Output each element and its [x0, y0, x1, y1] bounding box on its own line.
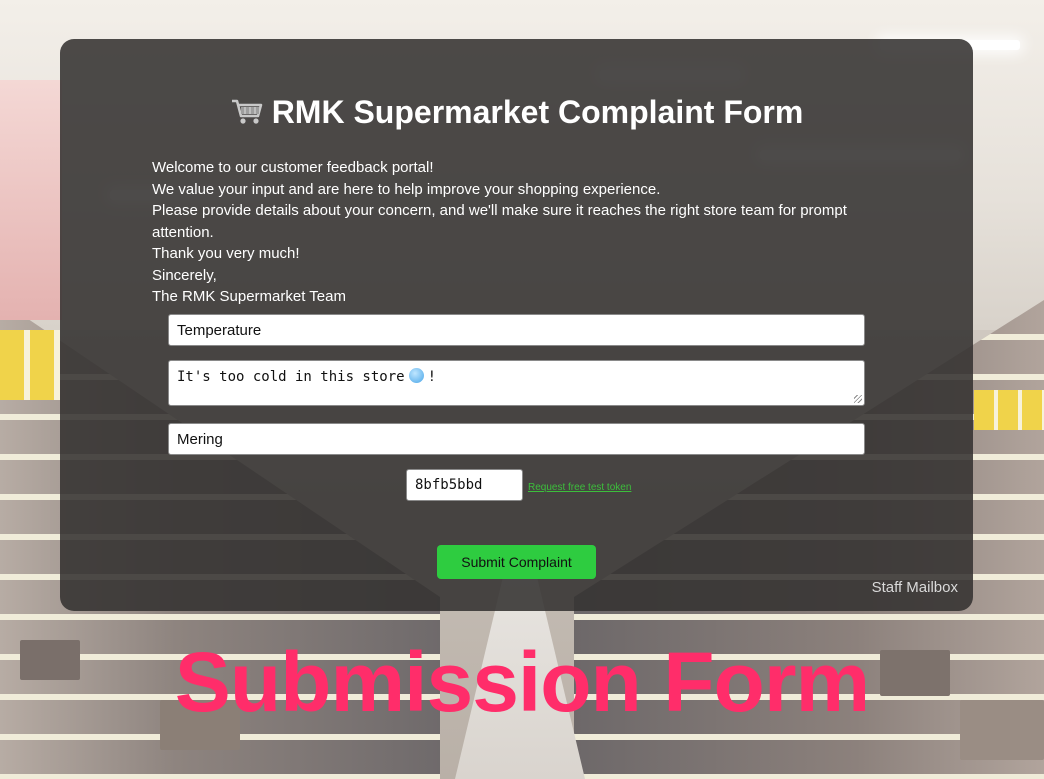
- intro-line: Welcome to our customer feedback portal!: [152, 159, 434, 176]
- intro-text: Welcome to our customer feedback portal!…: [152, 157, 912, 308]
- intro-line: We value your input and are here to help…: [152, 180, 661, 198]
- intro-line: The RMK Supermarket Team: [152, 288, 346, 305]
- resize-handle[interactable]: [854, 395, 862, 403]
- intro-line: Thank you very much!: [152, 245, 300, 262]
- staff-mailbox-link[interactable]: Staff Mailbox: [872, 579, 958, 596]
- submit-complaint-button[interactable]: Submit Complaint: [437, 545, 596, 579]
- intro-line: Sincerely,: [152, 266, 217, 284]
- location-input[interactable]: Mering: [168, 423, 865, 455]
- message-textarea[interactable]: It's too cold in this store!: [168, 360, 865, 406]
- request-token-link[interactable]: Request free test token: [528, 482, 631, 493]
- token-input[interactable]: 8bfb5bbd: [406, 469, 523, 501]
- message-text-end: !: [427, 369, 437, 385]
- freezing-face-icon: [408, 368, 424, 383]
- complaint-form-card: RMK Supermarket Complaint Form Welcome t…: [60, 39, 973, 611]
- shopping-cart-icon: [230, 95, 264, 124]
- form-title-text: RMK Supermarket Complaint Form: [271, 94, 804, 130]
- intro-line: Please provide details about your concer…: [152, 202, 847, 241]
- submission-form-heading: Submission Form: [174, 635, 870, 729]
- message-text: It's too cold in this store: [177, 369, 405, 385]
- form-title: RMK Supermarket Complaint Form: [60, 92, 973, 132]
- subject-input[interactable]: Temperature: [168, 314, 865, 346]
- location-value: Mering: [177, 431, 223, 448]
- token-value: 8bfb5bbd: [415, 477, 483, 493]
- subject-value: Temperature: [177, 322, 262, 339]
